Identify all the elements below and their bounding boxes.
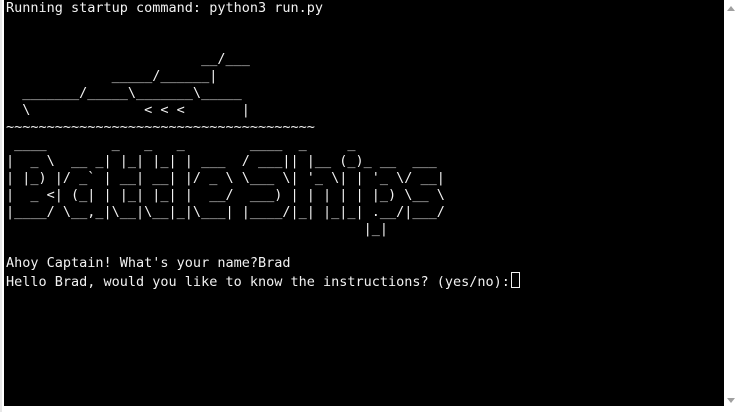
name-prompt: Ahoy Captain! What's your name? <box>6 255 258 271</box>
terminal[interactable]: Running startup command: python3 run.py … <box>4 0 724 406</box>
startup-command-line: Running startup command: python3 run.py <box>6 0 323 16</box>
app-window: Running startup command: python3 run.py … <box>0 0 736 412</box>
text-cursor[interactable] <box>510 272 520 288</box>
name-input-value: Brad <box>257 255 291 271</box>
battleships-title-ascii-art: ____ _ _ _ ____ _ _ | _ \ __ _| |_| |_| … <box>6 136 445 237</box>
ship-ascii-art: __/___ _____/______| _______/_____\_____… <box>6 51 315 135</box>
vertical-scrollbar[interactable] <box>724 0 736 412</box>
terminal-output: Running startup command: python3 run.py … <box>6 0 520 291</box>
scroll-up-arrow-icon[interactable] <box>727 6 735 11</box>
instructions-prompt: Hello Brad, would you like to know the i… <box>6 274 510 290</box>
scroll-down-arrow-icon[interactable] <box>727 398 735 403</box>
